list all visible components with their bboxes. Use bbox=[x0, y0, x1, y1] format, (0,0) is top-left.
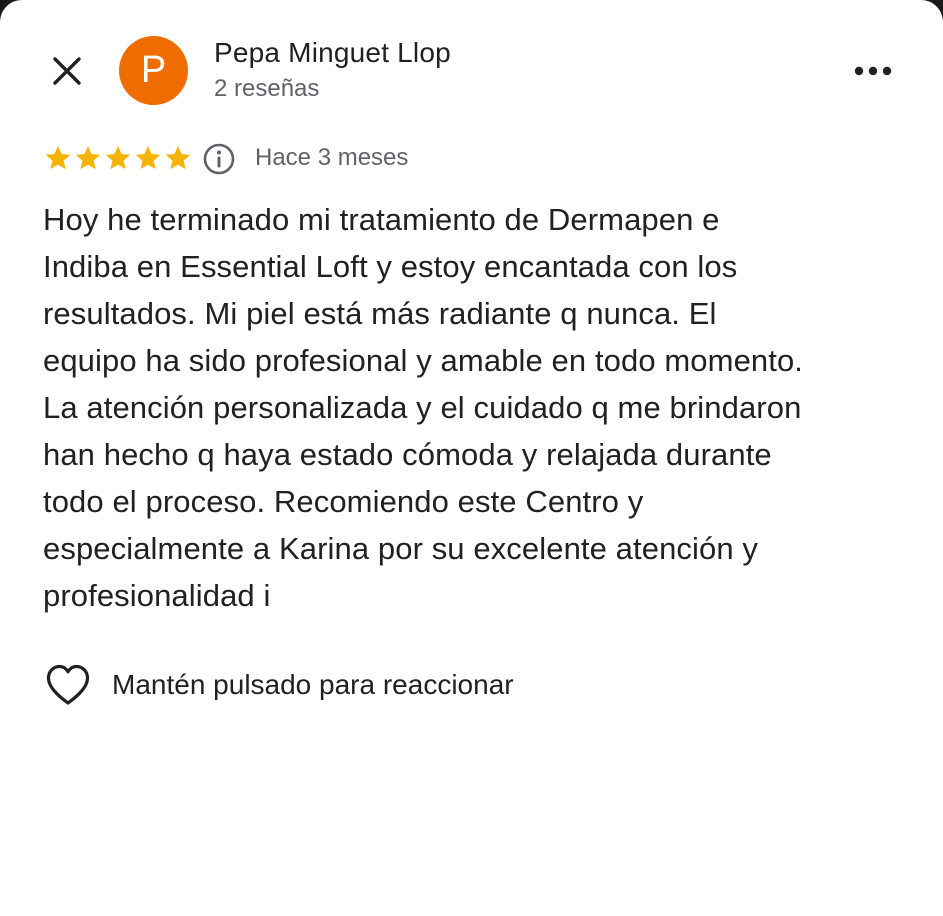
avatar[interactable]: P bbox=[119, 36, 188, 105]
review-sheet: P Pepa Minguet Llop 2 reseñas Hace 3 mes… bbox=[0, 0, 943, 916]
author-review-count: 2 reseñas bbox=[214, 75, 320, 102]
author-name[interactable]: Pepa Minguet Llop bbox=[214, 37, 451, 69]
review-header: P Pepa Minguet Llop 2 reseñas bbox=[0, 0, 943, 140]
star-icon bbox=[165, 146, 191, 170]
review-time-ago: Hace 3 meses bbox=[255, 144, 409, 171]
avatar-initial: P bbox=[140, 49, 167, 91]
star-icon bbox=[45, 146, 71, 170]
review-text-line: profesionalidad i bbox=[43, 578, 271, 613]
review-text-line: todo el proceso. Recomiendo este Centro … bbox=[43, 484, 644, 519]
review-text-line: especialmente a Karina por su excelente … bbox=[43, 531, 758, 566]
star-icon bbox=[75, 146, 101, 170]
react-button[interactable]: Mantén pulsado para reaccionar bbox=[44, 660, 644, 710]
review-text: Hoy he terminado mi tratamiento de Derma… bbox=[43, 196, 913, 619]
more-horizontal-icon bbox=[854, 66, 892, 76]
close-icon bbox=[53, 57, 81, 85]
review-text-line: han hecho q haya estado cómoda y relajad… bbox=[43, 437, 772, 472]
review-text-line: resultados. Mi piel está más radiante q … bbox=[43, 296, 717, 331]
review-meta: Hace 3 meses bbox=[44, 140, 644, 176]
review-text-line: Indiba en Essential Loft y estoy encanta… bbox=[43, 249, 738, 284]
more-options-button[interactable] bbox=[850, 52, 896, 90]
review-text-line: equipo ha sido profesional y amable en t… bbox=[43, 343, 804, 378]
info-icon[interactable] bbox=[202, 142, 236, 176]
star-icon bbox=[105, 146, 131, 170]
heart-outline-icon bbox=[46, 664, 90, 705]
review-text-line: La atención personalizada y el cuidado q… bbox=[43, 390, 802, 425]
close-button[interactable] bbox=[44, 48, 90, 94]
react-label: Mantén pulsado para reaccionar bbox=[112, 669, 514, 700]
review-text-line: Hoy he terminado mi tratamiento de Derma… bbox=[43, 202, 720, 237]
star-rating bbox=[44, 144, 192, 172]
star-icon bbox=[135, 146, 161, 170]
